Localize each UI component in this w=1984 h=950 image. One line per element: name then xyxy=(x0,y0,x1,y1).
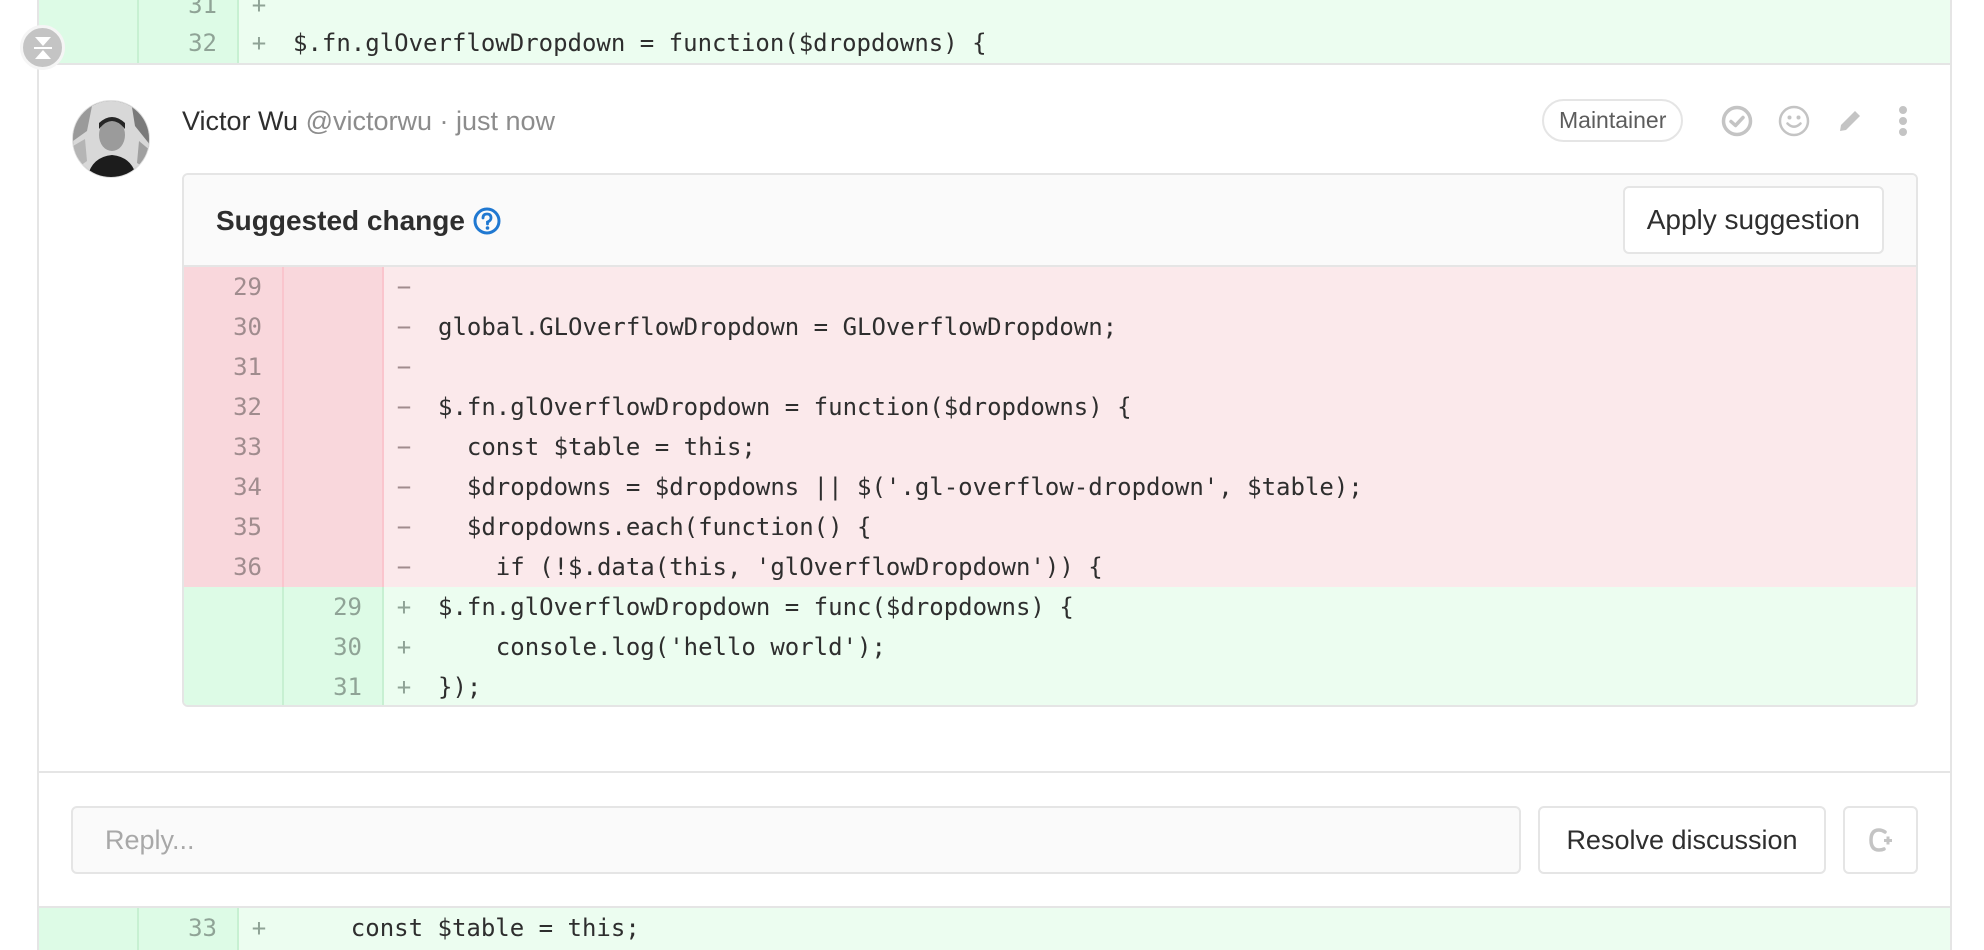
diff-line: 31 + xyxy=(39,0,1950,25)
avatar[interactable] xyxy=(72,100,150,178)
diff-line: 32 + $.fn.glOverflowDropdown = function(… xyxy=(39,23,1950,65)
old-line-number[interactable]: 32 xyxy=(184,387,284,427)
new-issue-button[interactable] xyxy=(1843,806,1918,874)
apply-suggestion-button[interactable]: Apply suggestion xyxy=(1622,186,1884,254)
removed-line: 32 − $.fn.glOverflowDropdown = function($d… xyxy=(184,387,1916,427)
new-line-number[interactable] xyxy=(284,507,384,547)
author-name[interactable]: Victor Wu xyxy=(182,106,298,136)
diff-sign: − xyxy=(396,313,412,341)
more-actions-button[interactable] xyxy=(1885,103,1921,139)
pencil-icon xyxy=(1840,108,1863,131)
new-line-number[interactable] xyxy=(284,547,384,587)
diff-code: global.GLOverflowDropdown = GLOverflowDr… xyxy=(438,313,1118,341)
new-line-number[interactable]: 31 xyxy=(139,0,239,25)
added-line: 31 +}); xyxy=(184,667,1916,705)
new-line-number[interactable]: 30 xyxy=(284,627,384,667)
added-line: 30 + console.log('hello world'); xyxy=(184,627,1916,667)
new-line-number[interactable] xyxy=(284,467,384,507)
smiley-icon xyxy=(1778,105,1810,137)
diff-code: $.fn.glOverflowDropdown = function($drop… xyxy=(293,29,987,57)
removed-line: 33 − const $table = this; xyxy=(184,427,1916,467)
old-line-number xyxy=(39,908,139,950)
collapse-icon xyxy=(33,36,52,59)
diff-sign: − xyxy=(396,353,412,381)
author-handle[interactable]: @victorwu xyxy=(306,106,432,136)
diff-code: $dropdowns = $dropdowns || $('.gl-overfl… xyxy=(438,473,1363,501)
new-line-number[interactable]: 32 xyxy=(139,23,239,63)
old-line-number[interactable]: 36 xyxy=(184,547,284,587)
check-circle-icon xyxy=(1721,105,1753,137)
old-line-number xyxy=(39,0,139,25)
role-badge: Maintainer xyxy=(1542,99,1684,142)
diff-sign: + xyxy=(251,0,267,19)
diff-code xyxy=(424,347,438,387)
suggestion-diff: 29−30− global.GLOverflowDropdown = GLOver… xyxy=(184,267,1916,705)
diff-code: const $table = this; xyxy=(438,433,756,461)
diff-code xyxy=(424,267,438,307)
reply-input[interactable] xyxy=(71,806,1521,874)
diff-code: if (!$.data(this, 'glOverflowDropdown'))… xyxy=(438,553,1103,581)
removed-line: 30 − global.GLOverflowDropdown = GLOverflo… xyxy=(184,307,1916,347)
diff-line: 33 + const $table = this; xyxy=(39,906,1950,950)
diff-sign: + xyxy=(396,593,412,621)
new-line-number[interactable] xyxy=(284,347,384,387)
old-line-number[interactable]: 34 xyxy=(184,467,284,507)
diff-sign: − xyxy=(396,273,412,301)
removed-line: 34 − $dropdowns = $dropdowns || $('.gl-ov… xyxy=(184,467,1916,507)
suggested-change-title: Suggested change xyxy=(216,203,501,239)
diff-code: $dropdowns.each(function() { xyxy=(438,513,872,541)
diff-code: }); xyxy=(438,673,482,701)
new-line-number[interactable] xyxy=(284,307,384,347)
diff-sign: + xyxy=(251,914,267,942)
diff-sign: − xyxy=(396,393,412,421)
note-separator: · xyxy=(432,106,456,136)
suggested-change-label: Suggested change xyxy=(216,205,465,236)
diff-sign: + xyxy=(396,673,412,701)
kebab-menu-icon xyxy=(1899,106,1907,136)
diff-sign: − xyxy=(396,433,412,461)
add-reaction-button[interactable] xyxy=(1776,103,1812,139)
resolve-toggle-button[interactable] xyxy=(1719,103,1755,139)
diff-sign: − xyxy=(396,473,412,501)
diff-code xyxy=(279,0,293,25)
old-line-number[interactable] xyxy=(184,587,284,627)
diff-code: $.fn.glOverflowDropdown = function($drop… xyxy=(438,393,1132,421)
old-line-number[interactable]: 35 xyxy=(184,507,284,547)
suggested-change-header: Suggested change Apply suggestion xyxy=(184,175,1916,267)
removed-line: 35 − $dropdowns.each(function() { xyxy=(184,507,1916,547)
edit-comment-button[interactable] xyxy=(1832,103,1868,139)
issue-new-icon xyxy=(1868,828,1892,852)
suggested-change: Suggested change Apply suggestion 29−30−… xyxy=(182,173,1918,707)
removed-line: 36 − if (!$.data(this, 'glOverflowDropdow… xyxy=(184,547,1916,587)
diff-sign: + xyxy=(396,633,412,661)
removed-line: 31 − xyxy=(184,347,1916,387)
diff-sign: + xyxy=(251,29,267,57)
diff-sign: − xyxy=(396,513,412,541)
note-timestamp[interactable]: just now xyxy=(456,106,555,136)
new-line-number[interactable]: 29 xyxy=(284,587,384,627)
question-circle-icon[interactable] xyxy=(473,207,501,235)
old-line-number[interactable]: 29 xyxy=(184,267,284,307)
old-line-number[interactable]: 33 xyxy=(184,427,284,467)
resolve-discussion-button[interactable]: Resolve discussion xyxy=(1538,806,1826,874)
diff-code: $.fn.glOverflowDropdown = func($dropdown… xyxy=(438,593,1074,621)
discussion-divider xyxy=(39,771,1950,773)
new-line-number[interactable]: 31 xyxy=(284,667,384,705)
old-line-number[interactable]: 31 xyxy=(184,347,284,387)
note-author: Victor Wu @victorwu · just now xyxy=(182,103,555,139)
diff-code: console.log('hello world'); xyxy=(438,633,886,661)
removed-line: 29 − xyxy=(184,267,1916,307)
avatar-photo xyxy=(73,101,149,177)
new-line-number[interactable]: 33 xyxy=(139,908,239,950)
new-line-number[interactable] xyxy=(284,267,384,307)
diff-sign: − xyxy=(396,553,412,581)
old-line-number[interactable] xyxy=(184,667,284,705)
old-line-number[interactable] xyxy=(184,627,284,667)
new-line-number[interactable] xyxy=(284,387,384,427)
new-line-number[interactable] xyxy=(284,427,384,467)
diff-code: const $table = this; xyxy=(293,914,640,942)
collapse-discussion-button[interactable] xyxy=(20,25,65,70)
old-line-number[interactable]: 30 xyxy=(184,307,284,347)
added-line: 29 + $.fn.glOverflowDropdown = func($dropd… xyxy=(184,587,1916,627)
